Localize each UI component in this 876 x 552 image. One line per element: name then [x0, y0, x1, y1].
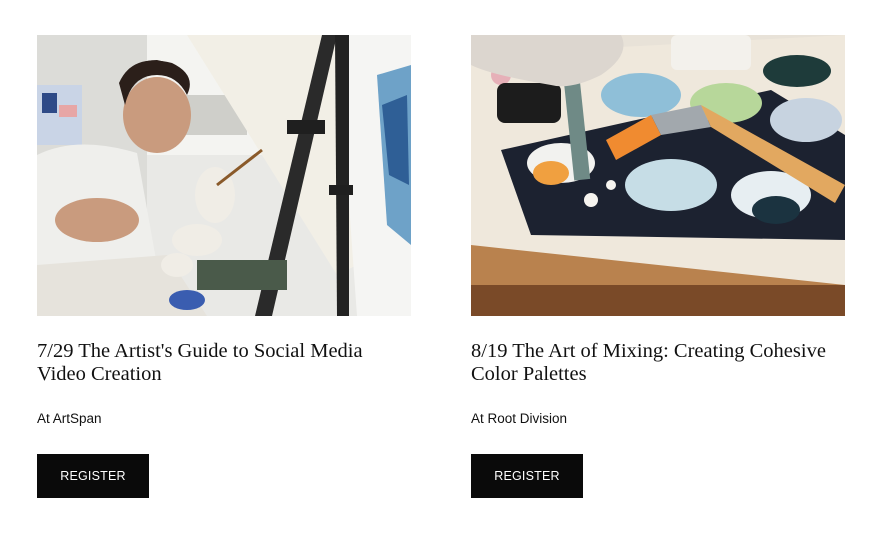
- register-button[interactable]: REGISTER: [37, 454, 149, 498]
- event-venue: At Root Division: [471, 411, 568, 426]
- event-card: 7/29 The Artist's Guide to Social Media …: [37, 35, 411, 498]
- event-card: 8/19 The Art of Mixing: Creating Cohesiv…: [471, 35, 845, 498]
- event-title[interactable]: 8/19 The Art of Mixing: Creating Cohesiv…: [471, 340, 845, 386]
- event-photo-artist-easel[interactable]: [37, 35, 411, 316]
- event-title[interactable]: 7/29 The Artist's Guide to Social Media …: [37, 340, 411, 386]
- register-button[interactable]: REGISTER: [471, 454, 583, 498]
- event-venue: At ArtSpan: [37, 411, 102, 426]
- event-photo-paint-palette[interactable]: [471, 35, 845, 316]
